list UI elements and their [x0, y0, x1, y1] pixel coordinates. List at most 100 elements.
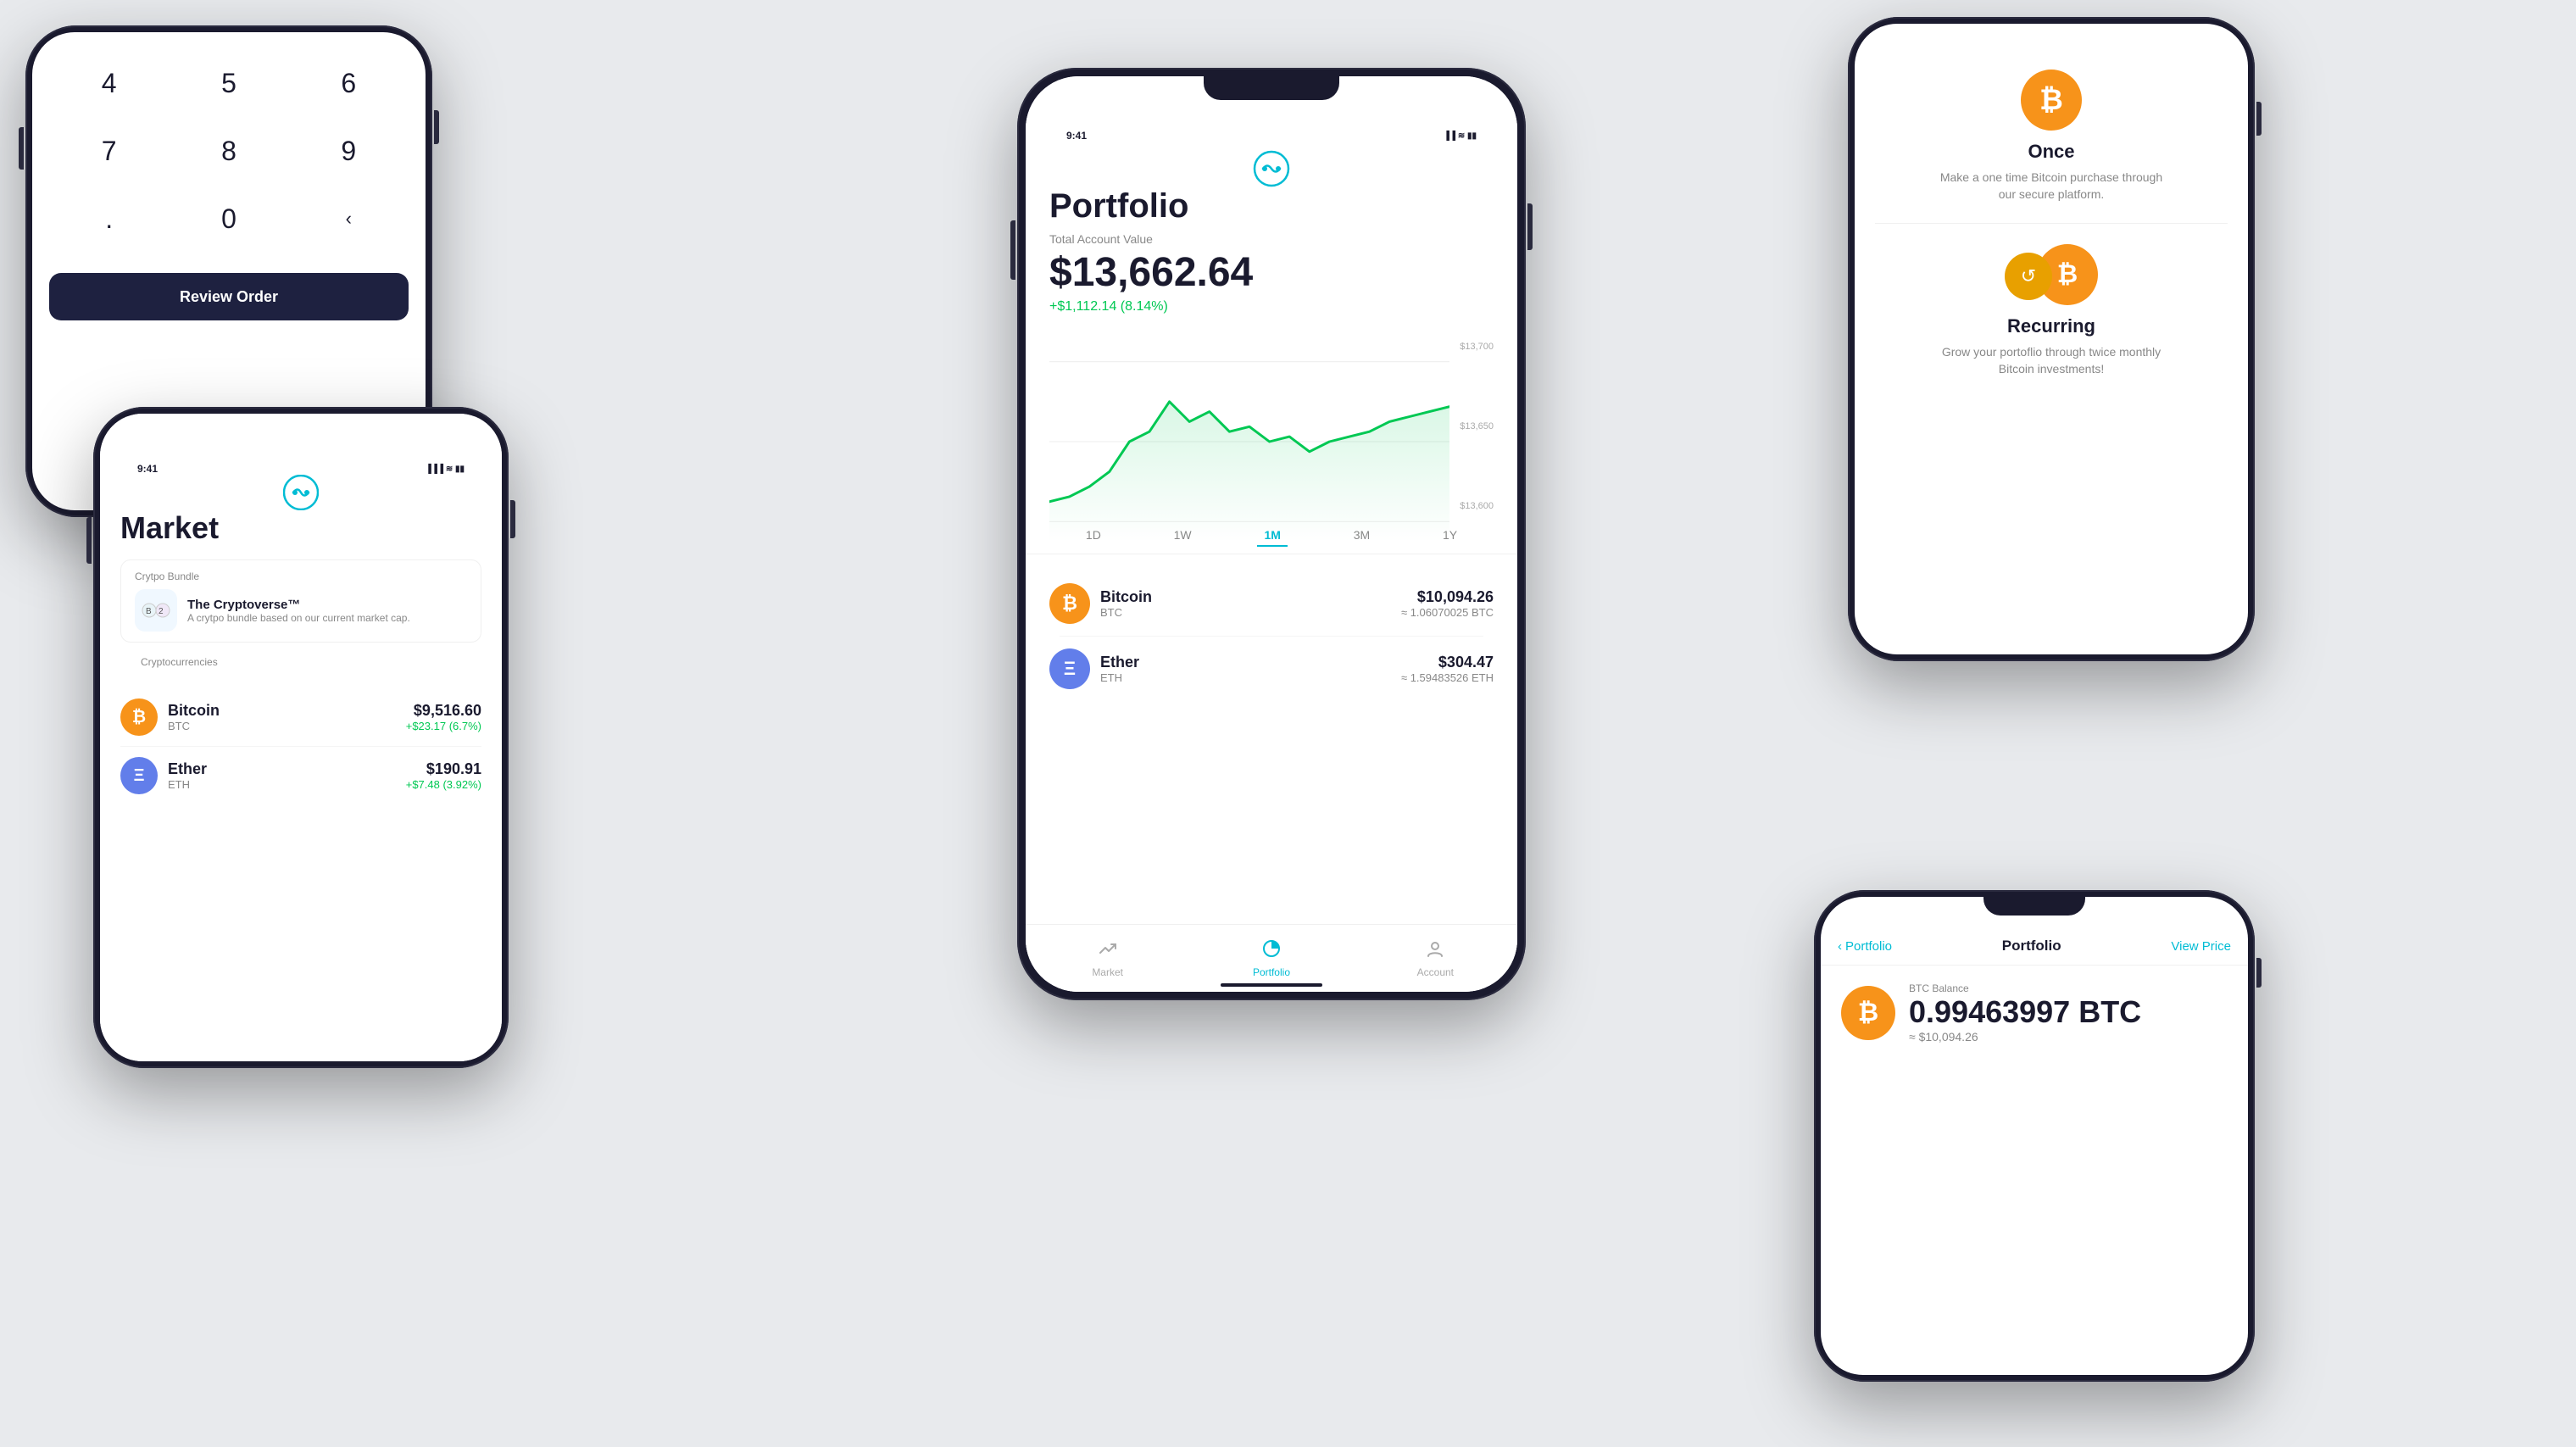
- once-title: Once: [2028, 141, 2074, 163]
- btc-balance-info: BTC Balance 0.99463997 BTC ≈ $10,094.26: [1909, 982, 2141, 1044]
- bundle-section: Crytpo Bundle B 2 The Cryptoverse™: [120, 559, 481, 643]
- nav-account[interactable]: Account: [1354, 939, 1517, 978]
- phone-portfolio: 9:41 ▐▐ ≋ ▮▮ Portfolio Total Account Val…: [1017, 68, 1526, 1000]
- status-bar-market: 9:41 ▐▐▐ ≋ ▮▮: [120, 456, 481, 475]
- chart-labels: $13,700 $13,650 $13,600: [1460, 342, 1494, 511]
- chart-label-mid: $13,650: [1460, 421, 1494, 431]
- back-to-portfolio[interactable]: ‹ Portfolio: [1838, 939, 1892, 954]
- holding-eth-name: Ether: [1100, 654, 1391, 671]
- once-icon-wrapper: ₿: [2021, 70, 2082, 131]
- market-container: 9:41 ▐▐▐ ≋ ▮▮ Market Crytpo Bundle: [100, 414, 502, 1061]
- holding-eth-icon: Ξ: [1049, 648, 1090, 689]
- btc-balance-label: BTC Balance: [1909, 982, 2141, 994]
- purchase-once-option[interactable]: ₿ Once Make a one time Bitcoin purchase …: [1875, 49, 2228, 224]
- bundle-img: B 2: [139, 593, 173, 627]
- recurring-btc-symbol: ₿: [2057, 260, 2078, 289]
- bundle-name: The Cryptoverse™: [187, 598, 410, 612]
- bundle-icon: B 2: [135, 589, 177, 632]
- status-time-portfolio: 9:41: [1066, 130, 1087, 142]
- market-header: 9:41 ▐▐▐ ≋ ▮▮ Market Crytpo Bundle: [100, 414, 502, 688]
- holding-btc-price-value: $10,094.26: [1401, 588, 1494, 606]
- nav-market-icon: [1099, 939, 1117, 963]
- app-logo-market: [283, 475, 319, 510]
- bundle-info: The Cryptoverse™ A crytpo bundle based o…: [187, 598, 410, 624]
- review-order-button[interactable]: Review Order: [49, 273, 409, 320]
- eth-name-label: Ether: [168, 760, 396, 778]
- holding-eth-price-value: $304.47: [1401, 654, 1494, 671]
- bundle-item[interactable]: B 2 The Cryptoverse™ A crytpo bundle bas…: [135, 589, 467, 632]
- numpad-key-5[interactable]: 5: [169, 49, 288, 117]
- numpad-key-7[interactable]: 7: [49, 117, 169, 185]
- chart-label-low: $13,600: [1460, 501, 1494, 511]
- holding-btc-info: Bitcoin BTC: [1100, 588, 1391, 619]
- portfolio-chart: $13,700 $13,650 $13,600: [1026, 342, 1517, 511]
- btc-nav-title: Portfolio: [2002, 938, 2061, 954]
- holding-btc-ticker: BTC: [1100, 606, 1391, 619]
- phone-power-button-4: [2256, 102, 2262, 136]
- eth-price-value: $190.91: [406, 760, 481, 778]
- phone-btc-detail: ‹ Portfolio Portfolio View Price ₿ BTC B…: [1814, 890, 2255, 1382]
- btc-ticker-label: BTC: [168, 720, 396, 732]
- numpad-key-6[interactable]: 6: [289, 49, 409, 117]
- nav-portfolio-label: Portfolio: [1253, 966, 1290, 978]
- bundle-label: Crytpo Bundle: [135, 570, 467, 582]
- phone-volume-button: [19, 127, 24, 170]
- home-indicator-portfolio: [1221, 983, 1322, 987]
- view-price-button[interactable]: View Price: [2171, 939, 2231, 954]
- numpad-key-4[interactable]: 4: [49, 49, 169, 117]
- phone-btc-detail-screen: ‹ Portfolio Portfolio View Price ₿ BTC B…: [1821, 897, 2248, 1375]
- recurring-refresh-bg: ↺: [2005, 253, 2052, 300]
- nav-market[interactable]: Market: [1026, 939, 1189, 978]
- total-label: Total Account Value: [1049, 232, 1494, 246]
- btc-balance-section: ₿ BTC Balance 0.99463997 BTC ≈ $10,094.2…: [1821, 966, 2248, 1060]
- btc-change-value: +$23.17 (6.7%): [406, 720, 481, 732]
- numpad-key-dot[interactable]: .: [49, 185, 169, 253]
- btc-name-market: Bitcoin BTC: [168, 702, 396, 732]
- status-bar-portfolio: 9:41 ▐▐ ≋ ▮▮: [1049, 123, 1494, 142]
- numpad-key-0[interactable]: 0: [169, 185, 288, 253]
- chart-svg: [1049, 342, 1449, 542]
- btc-detail-icon: ₿: [1841, 986, 1895, 1040]
- holding-btc-name: Bitcoin: [1100, 588, 1391, 606]
- phone-market-screen: 9:41 ▐▐▐ ≋ ▮▮ Market Crytpo Bundle: [100, 414, 502, 1061]
- eth-price-market: $190.91 +$7.48 (3.92%): [406, 760, 481, 791]
- numpad-key-back[interactable]: ‹: [289, 185, 409, 253]
- app-logo-portfolio: [1253, 150, 1290, 187]
- market-title: Market: [120, 510, 481, 546]
- nav-account-icon: [1426, 939, 1444, 963]
- holding-eth-info: Ether ETH: [1100, 654, 1391, 684]
- portfolio-container: 9:41 ▐▐ ≋ ▮▮ Portfolio Total Account Val…: [1026, 76, 1517, 992]
- holding-eth[interactable]: Ξ Ether ETH $304.47 ≈ 1.59483526 ETH: [1039, 637, 1504, 701]
- holding-eth-ticker: ETH: [1100, 671, 1391, 684]
- market-eth-item[interactable]: Ξ Ether ETH $190.91 +$7.48 (3.92%): [100, 747, 502, 804]
- once-btc-symbol: ₿: [2039, 84, 2063, 117]
- purchase-recurring-option[interactable]: ₿ ↺ Recurring Grow your portoflio throug…: [1875, 224, 2228, 398]
- chart-label-high: $13,700: [1460, 342, 1494, 352]
- nav-portfolio[interactable]: Portfolio: [1189, 939, 1353, 978]
- nav-account-label: Account: [1417, 966, 1454, 978]
- holding-btc[interactable]: ₿ Bitcoin BTC $10,094.26 ≈ 1.06070025 BT…: [1039, 571, 1504, 636]
- bottom-nav-portfolio: Market Portfolio: [1026, 924, 1517, 992]
- recurring-desc: Grow your portoflio through twice monthl…: [1933, 344, 2170, 377]
- phone-portfolio-screen: 9:41 ▐▐ ≋ ▮▮ Portfolio Total Account Val…: [1026, 76, 1517, 992]
- btc-detail-container: ‹ Portfolio Portfolio View Price ₿ BTC B…: [1821, 897, 2248, 1375]
- numpad-key-8[interactable]: 8: [169, 117, 288, 185]
- back-chevron-icon: ‹: [1838, 939, 1842, 954]
- phone-volume-button-3: [1010, 220, 1015, 280]
- bundle-desc: A crytpo bundle based on our current mar…: [187, 612, 410, 624]
- btc-name-label: Bitcoin: [168, 702, 396, 720]
- back-label: Portfolio: [1845, 939, 1892, 954]
- holding-btc-icon: ₿: [1049, 583, 1090, 624]
- phone-power-button-2: [510, 500, 515, 538]
- purchase-container: ₿ Once Make a one time Bitcoin purchase …: [1855, 24, 2248, 654]
- portfolio-holdings: ₿ Bitcoin BTC $10,094.26 ≈ 1.06070025 BT…: [1026, 571, 1517, 701]
- market-btc-item[interactable]: ₿ Bitcoin BTC $9,516.60 +$23.17 (6.7%): [100, 688, 502, 746]
- total-value: $13,662.64: [1049, 249, 1494, 296]
- holding-eth-price: $304.47 ≈ 1.59483526 ETH: [1401, 654, 1494, 684]
- numpad-key-9[interactable]: 9: [289, 117, 409, 185]
- phone-power-button-3: [1527, 203, 1533, 250]
- total-change: +$1,112.14 (8.14%): [1049, 299, 1494, 314]
- btc-usd-value: ≈ $10,094.26: [1909, 1030, 2141, 1044]
- phone-market: 9:41 ▐▐▐ ≋ ▮▮ Market Crytpo Bundle: [93, 407, 509, 1068]
- status-icons-portfolio: ▐▐ ≋ ▮▮: [1444, 131, 1477, 141]
